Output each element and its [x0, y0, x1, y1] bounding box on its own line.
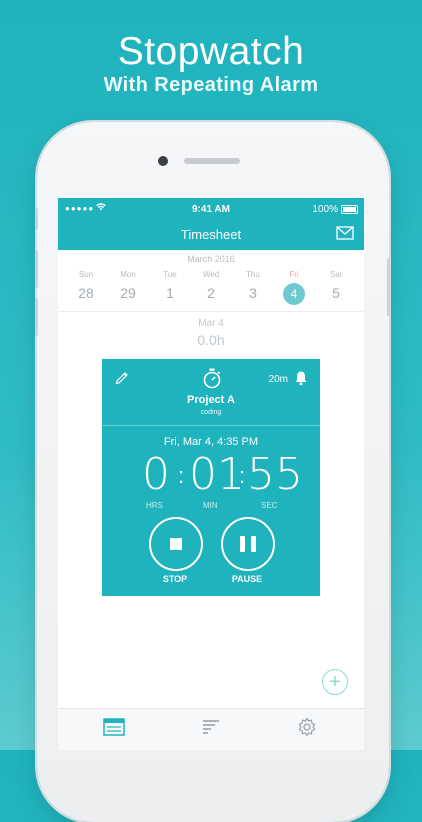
day-date: 5: [332, 285, 340, 301]
reports-icon[interactable]: [200, 717, 222, 737]
day-name: Sat: [329, 270, 342, 279]
day-tue[interactable]: Tue 1: [150, 270, 190, 301]
stop-label: STOP: [162, 574, 188, 584]
colon-separator: :: [239, 463, 246, 488]
seconds-digits: 55: [247, 449, 303, 500]
pencil-icon[interactable]: [114, 369, 130, 385]
day-sat[interactable]: Sat 5: [316, 270, 356, 301]
timer-card: Project A coding 20m Fri, Mar 4, 4:35 PM…: [102, 359, 320, 596]
status-bar: ●●●●● 9:41 AM 100%: [58, 198, 364, 220]
pause-icon: [240, 536, 245, 552]
pause-label: PAUSE: [231, 574, 263, 584]
settings-icon[interactable]: [296, 717, 318, 737]
phone-camera: [158, 156, 168, 166]
mail-icon[interactable]: [336, 226, 354, 240]
nav-title: Timesheet: [180, 227, 242, 242]
day-name: Thu: [246, 270, 260, 279]
battery-icon: [341, 205, 358, 214]
day-summary-hours: 0.0h: [197, 332, 225, 348]
calendar-month: March 2016: [187, 254, 235, 264]
start-time: Fri, Mar 4, 4:35 PM: [163, 436, 259, 448]
alarm-interval[interactable]: 20m: [269, 374, 288, 385]
day-summary-date: Mar 4: [198, 318, 224, 329]
day-date: 1: [166, 285, 174, 301]
day-name: Wed: [202, 270, 220, 279]
add-button[interactable]: +: [322, 669, 348, 695]
day-date: 28: [78, 285, 94, 301]
calendar-divider: [58, 311, 364, 312]
headline-title: Stopwatch: [117, 30, 305, 73]
phone-volume-down: [35, 298, 38, 336]
week-strip: Sun 28 Mon 29 Tue 1 Wed 2 Thu 3 Fri 4 Sat 5: [58, 270, 364, 310]
day-wed[interactable]: Wed 2: [191, 270, 231, 301]
stopwatch-icon: [203, 368, 221, 389]
day-date: 3: [249, 285, 257, 301]
day-name: Tue: [163, 270, 177, 279]
stop-icon: [170, 538, 182, 550]
minutes-label: MIN: [203, 501, 218, 510]
stop-button[interactable]: [149, 517, 203, 571]
day-mon[interactable]: Mon 29: [108, 270, 148, 301]
pause-button[interactable]: [221, 517, 275, 571]
battery-percent: 100%: [312, 204, 338, 215]
phone-volume-up: [35, 250, 38, 288]
phone-power-button: [387, 258, 390, 316]
hours-label: HRS: [146, 501, 163, 510]
selected-date: 4: [283, 283, 305, 305]
phone-side-button: [35, 208, 38, 230]
phone-speaker: [184, 158, 240, 164]
day-thu[interactable]: Thu 3: [233, 270, 273, 301]
day-name: Mon: [120, 270, 136, 279]
hours-digits: 0: [142, 449, 170, 500]
day-name: Fri: [289, 270, 299, 279]
app-screen: ●●●●● 9:41 AM 100% Timesheet March 2016 …: [58, 198, 364, 750]
project-name: Project A: [187, 394, 235, 406]
day-date: 29: [120, 285, 136, 301]
pause-icon: [251, 536, 256, 552]
tab-bar: [58, 708, 364, 750]
colon-separator: :: [178, 463, 185, 488]
bell-icon[interactable]: [294, 370, 308, 386]
day-fri[interactable]: Fri 4: [274, 270, 314, 305]
timesheet-icon[interactable]: [103, 717, 125, 737]
task-name: coding: [200, 409, 222, 416]
seconds-label: SEC: [261, 501, 278, 510]
day-date: 2: [207, 285, 215, 301]
day-name: Sun: [78, 270, 94, 279]
headline-subtitle: With Repeating Alarm: [103, 74, 319, 96]
minutes-digits: 01: [189, 449, 245, 500]
card-divider: [102, 425, 320, 426]
day-sun[interactable]: Sun 28: [66, 270, 106, 301]
nav-bar: Timesheet: [58, 220, 364, 250]
